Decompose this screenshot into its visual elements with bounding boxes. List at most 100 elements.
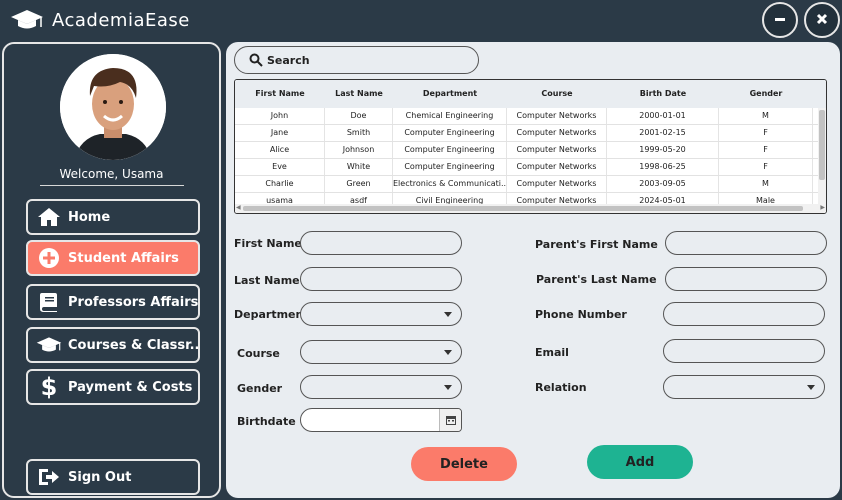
nav-student-affairs-label: Student Affairs (68, 250, 179, 266)
table-cell: Johnson (325, 142, 393, 158)
parent-first-name-label: Parent's First Name (535, 238, 658, 251)
table-cell: Male (719, 193, 813, 204)
nav-payment-button[interactable]: $ Payment & Costs (26, 369, 200, 405)
nav-home-button[interactable]: Home (26, 199, 200, 235)
table-cell: asdf (325, 193, 393, 204)
column-header[interactable]: Birth Date (607, 80, 719, 108)
nav-courses-label: Courses & Classr... (68, 337, 200, 353)
table-cell: 1999-05-20 (607, 142, 719, 158)
chevron-down-icon (444, 385, 452, 390)
table-row[interactable]: Eve White Computer Engineering Computer … (235, 159, 818, 176)
add-button[interactable]: Add (587, 445, 693, 479)
table-cell: Computer Networks (507, 193, 607, 204)
table-cell: 2003-09-05 (607, 176, 719, 192)
table-row[interactable]: Charlie Green Electronics & Communicati.… (235, 176, 818, 193)
birthdate-picker[interactable] (300, 408, 462, 432)
phone-number-field[interactable] (663, 302, 825, 326)
birthdate-label: Birthdate (237, 415, 296, 428)
minus-icon (773, 11, 787, 30)
search-input[interactable]: Search (234, 46, 479, 74)
relation-select[interactable] (663, 375, 825, 399)
table-cell: 2024-05-01 (607, 193, 719, 204)
table-cell: 2000-01-01 (607, 108, 719, 124)
sidebar: Welcome, Usama Home Student Affairs Prof… (2, 42, 221, 498)
parent-first-name-field[interactable] (665, 231, 827, 255)
horizontal-scrollbar[interactable]: ◀ ▶ (235, 204, 826, 213)
scroll-left-icon[interactable]: ◀ (236, 204, 241, 211)
table-cell: Jane (235, 125, 325, 141)
table-cell: M (719, 176, 813, 192)
nav-professors-affairs-label: Professors Affairs (68, 294, 199, 310)
column-header[interactable]: First Name (235, 80, 325, 108)
calendar-icon[interactable] (439, 409, 461, 431)
table-cell: White (325, 159, 393, 175)
table-cell: Computer Networks (507, 108, 607, 124)
table-cell: Civil Engineering (393, 193, 507, 204)
column-header[interactable]: Gender (719, 80, 813, 108)
nav-student-affairs-button[interactable]: Student Affairs (26, 240, 200, 276)
nav-courses-button[interactable]: Courses & Classr... (26, 327, 200, 363)
table-row[interactable]: Alice Johnson Computer Engineering Compu… (235, 142, 818, 159)
first-name-field[interactable] (300, 231, 462, 255)
table-cell: Computer Networks (507, 125, 607, 141)
book-icon (36, 291, 62, 313)
close-icon (815, 11, 829, 30)
column-header[interactable]: Course (507, 80, 607, 108)
table-cell: Computer Networks (507, 142, 607, 158)
table-body: John Doe Chemical Engineering Computer N… (235, 108, 818, 204)
course-select[interactable] (300, 340, 462, 364)
scrollbar-thumb[interactable] (243, 206, 803, 211)
table-cell: John (235, 108, 325, 124)
department-select[interactable] (300, 302, 462, 326)
home-icon (36, 206, 62, 228)
table-cell: Green (325, 176, 393, 192)
column-header[interactable]: Last Name (325, 80, 393, 108)
sign-out-button[interactable]: Sign Out (26, 459, 200, 495)
students-table: First Name Last Name Department Course B… (234, 79, 827, 214)
avatar (60, 54, 166, 160)
title-bar: AcademiaEase (0, 0, 842, 42)
close-button[interactable] (804, 2, 840, 38)
dollar-icon: $ (36, 374, 62, 400)
vertical-scrollbar[interactable] (818, 108, 826, 204)
table-cell: Doe (325, 108, 393, 124)
minimize-button[interactable] (762, 2, 798, 38)
sign-out-icon (36, 466, 62, 488)
last-name-label: Last Name (234, 274, 300, 287)
table-row[interactable]: Jane Smith Computer Engineering Computer… (235, 125, 818, 142)
parent-last-name-label: Parent's Last Name (536, 273, 657, 286)
table-cell: F (719, 125, 813, 141)
chevron-down-icon (807, 385, 815, 390)
table-cell: F (719, 159, 813, 175)
welcome-text: Welcome, Usama (59, 167, 164, 181)
email-field[interactable] (663, 339, 825, 363)
table-cell: F (719, 142, 813, 158)
table-cell: Computer Networks (507, 159, 607, 175)
table-cell: Charlie (235, 176, 325, 192)
table-cell: Computer Networks (507, 176, 607, 192)
column-header[interactable]: Department (393, 80, 507, 108)
gender-label: Gender (237, 382, 283, 395)
scroll-right-icon[interactable]: ▶ (820, 204, 825, 211)
table-cell: Electronics & Communicati... (393, 176, 507, 192)
search-placeholder: Search (267, 53, 310, 67)
table-cell: Smith (325, 125, 393, 141)
graduation-cap-icon (10, 8, 44, 32)
welcome-divider (40, 185, 184, 186)
nav-professors-affairs-button[interactable]: Professors Affairs (26, 284, 200, 320)
delete-button[interactable]: Delete (411, 447, 517, 481)
parent-last-name-field[interactable] (665, 267, 827, 291)
gender-select[interactable] (300, 375, 462, 399)
table-row[interactable]: usama asdf Civil Engineering Computer Ne… (235, 193, 818, 204)
nav-home-label: Home (68, 209, 111, 225)
svg-text:$: $ (41, 374, 57, 400)
last-name-field[interactable] (300, 267, 462, 291)
table-cell: 2001-02-15 (607, 125, 719, 141)
phone-number-label: Phone Number (535, 308, 627, 321)
user-photo (60, 54, 166, 160)
table-row[interactable]: John Doe Chemical Engineering Computer N… (235, 108, 818, 125)
table-cell: Chemical Engineering (393, 108, 507, 124)
chevron-down-icon (444, 350, 452, 355)
scrollbar-thumb[interactable] (819, 110, 825, 180)
department-label: Department (234, 308, 309, 321)
